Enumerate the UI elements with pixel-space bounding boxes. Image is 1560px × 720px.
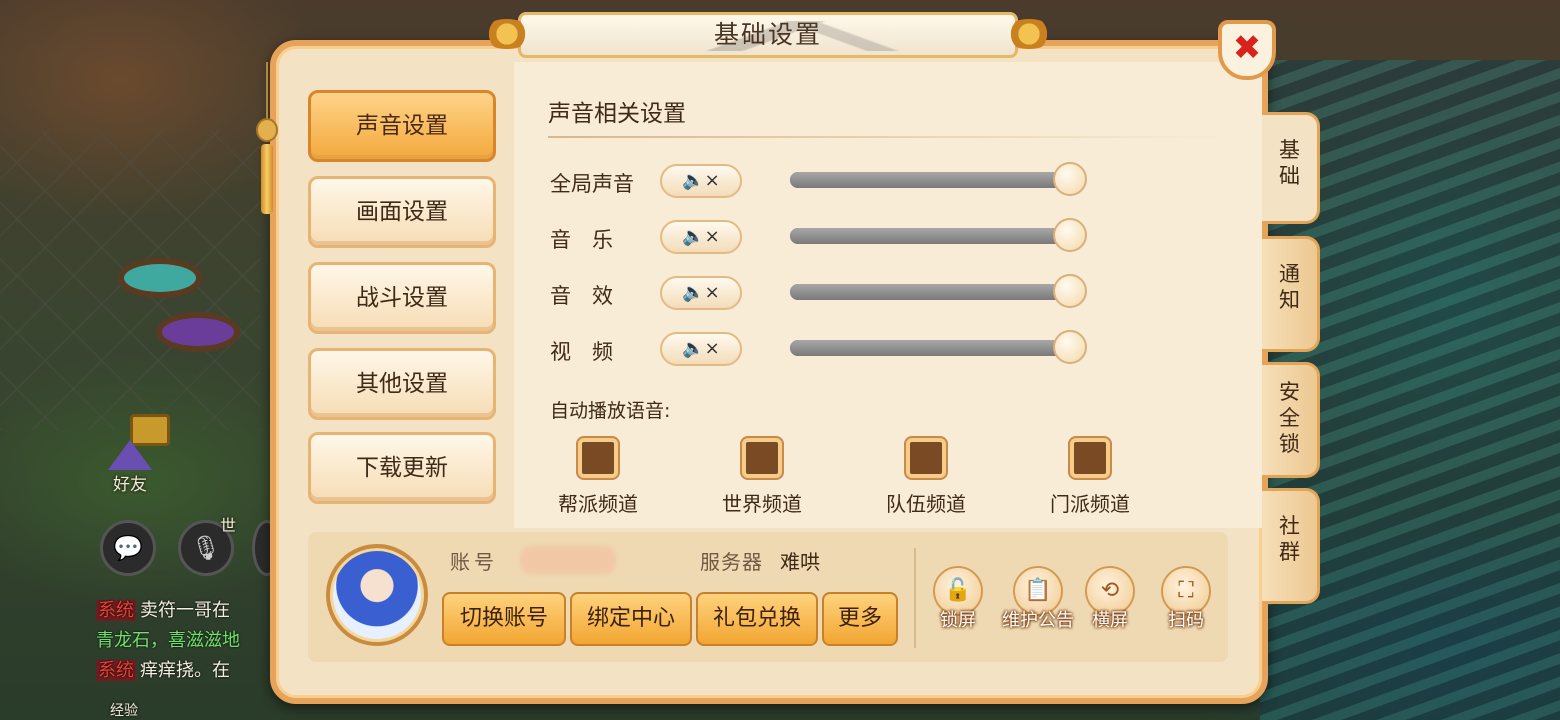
server-value: 难哄 [780, 550, 820, 574]
chat-line: 系统 卖符一哥在 [96, 596, 296, 626]
menu-other-settings[interactable]: 其他设置 [308, 348, 496, 420]
account-bar-divider [914, 548, 916, 648]
tab-community[interactable]: 社 群 [1262, 488, 1320, 604]
team-channel-label: 队伍频道 [886, 492, 966, 516]
sound-effects-label: 音 效 [550, 284, 613, 308]
tab-label: 社 群 [1279, 514, 1300, 564]
exp-label: 经验 [110, 703, 138, 719]
chat-text: 青龙石，喜滋滋地 [96, 630, 240, 651]
close-button[interactable]: ✖ [1218, 20, 1276, 80]
music-mute-button[interactable]: 🔈× [660, 220, 742, 254]
video-slider[interactable] [790, 330, 1087, 366]
dialog-title: 基础设置 [713, 20, 822, 49]
music-slider[interactable] [790, 218, 1087, 254]
sect-channel-checkbox[interactable] [1070, 438, 1110, 478]
mute-icon: 🔈× [682, 226, 720, 247]
cloud-ornament-left [481, 19, 533, 49]
dialog-title-plate: 基础设置 [481, 12, 1055, 58]
mute-icon: 🔈× [682, 338, 720, 359]
settings-menu: 声音设置 画面设置 战斗设置 其他设置 下载更新 [274, 62, 514, 528]
purple-barrel [156, 312, 240, 352]
sound-effects-slider[interactable] [790, 274, 1087, 310]
tab-basic[interactable]: 基 础 [1262, 112, 1320, 224]
team-channel-checkbox[interactable] [906, 438, 946, 478]
world-channel-label: 世界频道 [722, 492, 802, 516]
chat-log: 系统 卖符一哥在 青龙石，喜滋滋地 系统 痒痒挠。在 [96, 596, 296, 686]
menu-display-settings[interactable]: 画面设置 [308, 176, 496, 248]
tab-label: 安 全 锁 [1279, 380, 1300, 456]
tab-security-lock[interactable]: 安 全 锁 [1262, 362, 1320, 478]
lock-screen-label: 锁屏 [940, 610, 976, 631]
gift-redeem-button[interactable]: 礼包兑换 [696, 592, 818, 646]
global-sound-slider[interactable] [790, 162, 1087, 198]
auto-play-voice-label: 自动播放语音: [550, 400, 671, 422]
global-sound-label: 全局声音 [550, 172, 634, 196]
landscape-label: 横屏 [1092, 610, 1128, 631]
chat-tag: 系统 [96, 600, 136, 621]
menu-sound-settings[interactable]: 声音设置 [308, 90, 496, 162]
world-channel-checkbox[interactable] [742, 438, 782, 478]
world-channel-label: 世 [220, 516, 237, 535]
binding-center-button[interactable]: 绑定中心 [570, 592, 692, 646]
tab-label: 基 础 [1279, 138, 1300, 188]
tab-notification[interactable]: 通 知 [1262, 236, 1320, 352]
chat-tag: 系统 [96, 660, 136, 681]
section-title: 声音相关设置 [548, 101, 686, 127]
avatar[interactable] [326, 544, 428, 646]
chat-line: 系统 痒痒挠。在 [96, 656, 296, 686]
menu-battle-settings[interactable]: 战斗设置 [308, 262, 496, 334]
chat-text: 卖符一哥在 [140, 600, 230, 621]
account-label: 账号 [450, 550, 498, 574]
teal-barrel [118, 258, 202, 298]
tassel-pendant-decoration [256, 62, 278, 220]
guild-channel-checkbox[interactable] [578, 438, 618, 478]
chat-line: 青龙石，喜滋滋地 [96, 626, 296, 656]
slider-knob[interactable] [1053, 218, 1087, 252]
maintenance-notice-button[interactable]: 📋 维护公告 [996, 566, 1080, 632]
lock-screen-button[interactable]: 🔓 锁屏 [920, 566, 996, 632]
cloud-ornament-right [1003, 19, 1055, 49]
friend-button[interactable]: 好友 [100, 440, 160, 508]
video-mute-button[interactable]: 🔈× [660, 332, 742, 366]
server-label: 服务器 [700, 550, 763, 574]
landscape-button[interactable]: ⟲ 横屏 [1072, 566, 1148, 632]
scan-code-button[interactable]: ⛶ 扫码 [1148, 566, 1224, 632]
chat-text: 痒痒挠。在 [140, 660, 230, 681]
music-label: 音 乐 [550, 228, 613, 252]
menu-download-update[interactable]: 下载更新 [308, 432, 496, 504]
sound-effects-mute-button[interactable]: 🔈× [660, 276, 742, 310]
friend-label: 好友 [113, 475, 147, 495]
friend-icon [108, 440, 152, 470]
slider-knob[interactable] [1053, 274, 1087, 308]
switch-account-button[interactable]: 切换账号 [442, 592, 566, 646]
mute-icon: 🔈× [682, 282, 720, 303]
slider-knob[interactable] [1053, 330, 1087, 364]
video-label: 视 频 [550, 340, 613, 364]
slider-knob[interactable] [1053, 162, 1087, 196]
global-sound-mute-button[interactable]: 🔈× [660, 164, 742, 198]
more-button[interactable]: 更多 [822, 592, 898, 646]
mute-icon: 🔈× [682, 170, 720, 191]
tab-label: 通 知 [1279, 262, 1300, 312]
account-value-redacted [520, 546, 616, 574]
guild-channel-label: 帮派频道 [558, 492, 638, 516]
maintenance-notice-label: 维护公告 [1002, 610, 1074, 631]
scan-code-label: 扫码 [1168, 610, 1204, 631]
section-divider [548, 136, 1228, 138]
sect-channel-label: 门派频道 [1050, 492, 1130, 516]
close-icon: ✖ [1232, 28, 1262, 68]
chat-bubble-icon[interactable]: 💬 [100, 520, 156, 576]
